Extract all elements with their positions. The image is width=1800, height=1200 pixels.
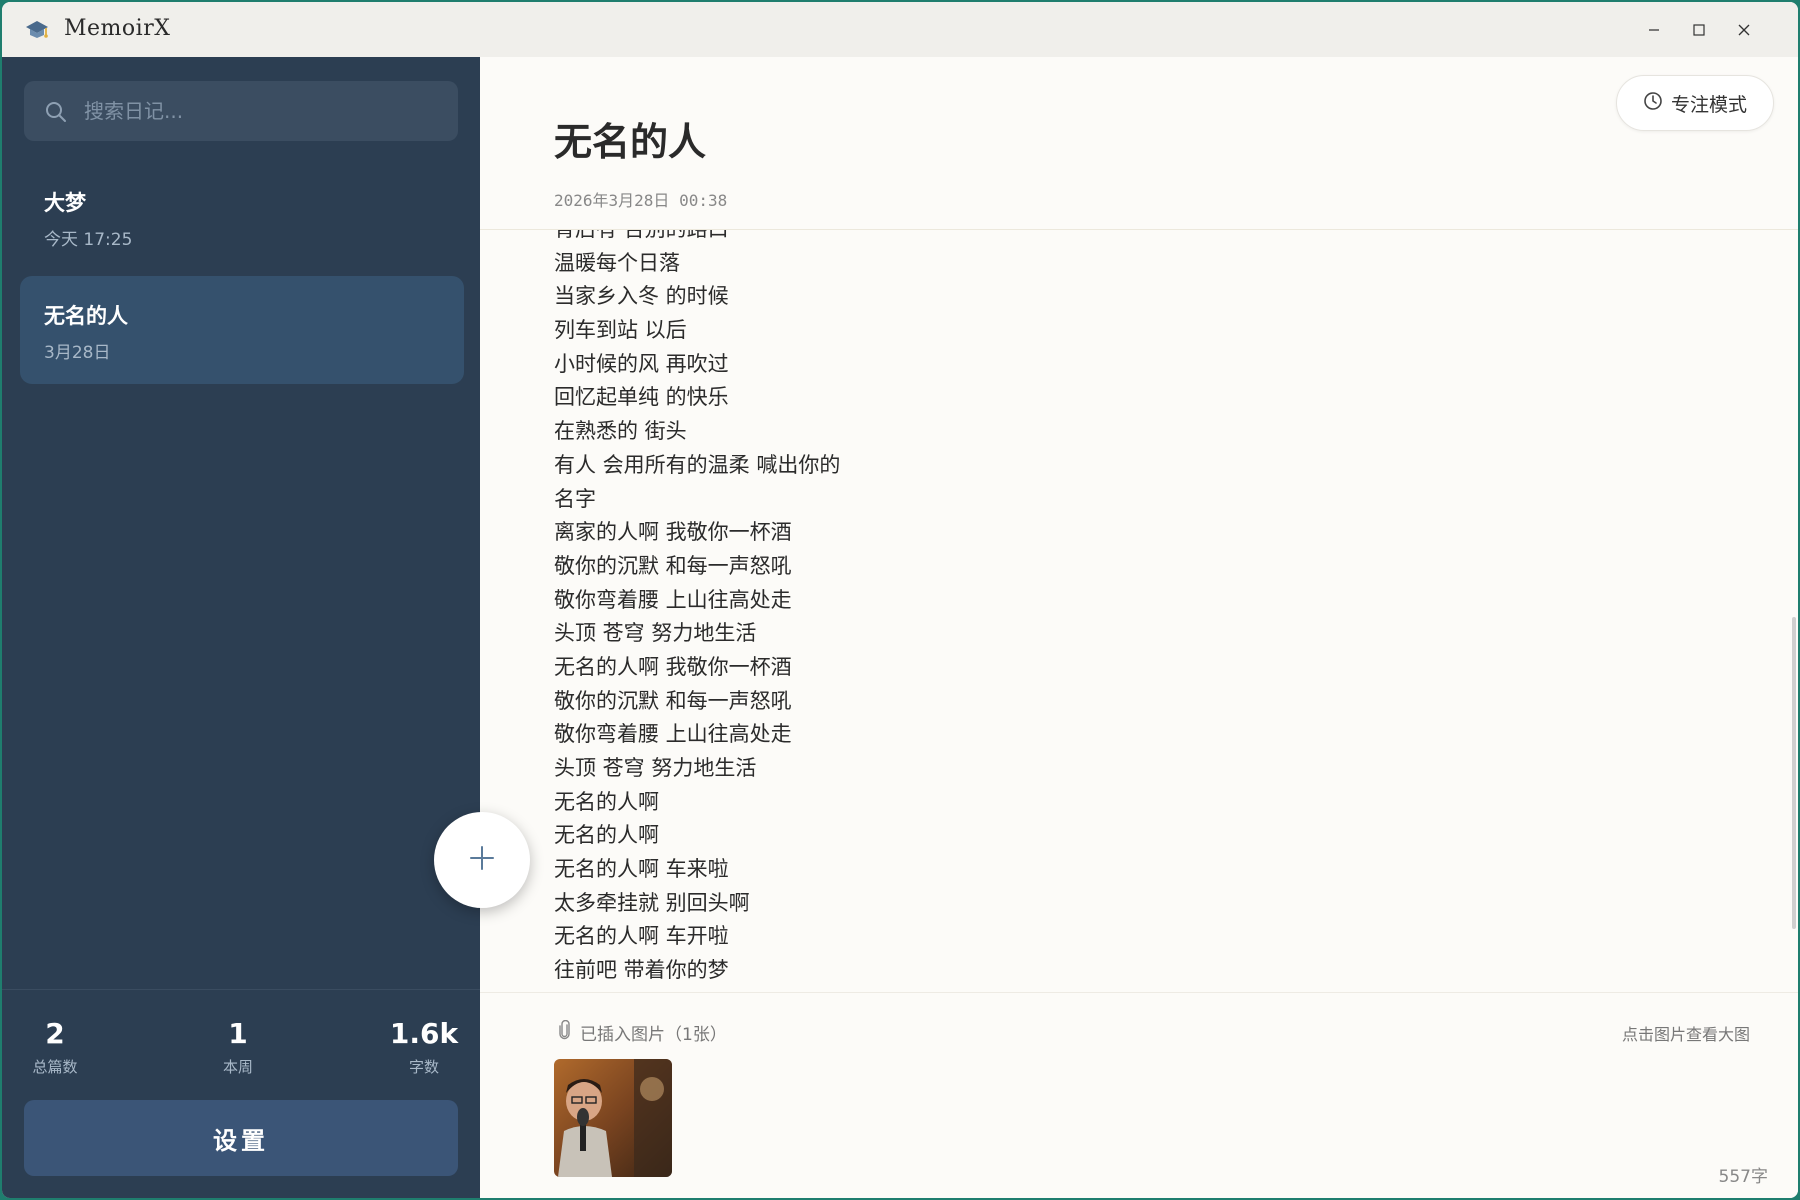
text-line: 敬你的沉默 和每一声怒吼 xyxy=(554,553,792,578)
diary-entry-item-selected[interactable]: 无名的人 3月28日 xyxy=(20,276,464,384)
text-line: 无名的人啊 车开啦 xyxy=(554,924,729,949)
entry-timestamp: 2026年3月28日 00:38 xyxy=(554,191,728,210)
sidebar: 大梦 今天 17:25 无名的人 3月28日 2 总篇数 1 本周 1.6k 字… xyxy=(2,57,480,1198)
stat-label: 总篇数 xyxy=(32,1058,78,1076)
text-line: 名字 xyxy=(554,486,596,511)
text-line: 小时候的风 再吹过 xyxy=(554,351,729,376)
entry-title: 大梦 xyxy=(44,191,86,215)
search-box[interactable] xyxy=(24,81,458,141)
stat-this-week: 1 本周 xyxy=(178,1017,298,1077)
text-line: 列车到站 以后 xyxy=(554,318,687,343)
settings-button[interactable]: 设置 xyxy=(24,1100,458,1176)
stat-word-count: 1.6k 字数 xyxy=(364,1017,484,1077)
stat-value: 1.6k xyxy=(389,1017,459,1050)
word-count: 557字 xyxy=(1718,1167,1768,1187)
title-bar: MemoirX xyxy=(2,2,1798,57)
text-line: 敬你的沉默 和每一声怒吼 xyxy=(554,688,792,713)
text-line: 太多牵挂就 别回头啊 xyxy=(554,890,750,915)
paperclip-icon xyxy=(558,1019,572,1045)
search-input[interactable] xyxy=(84,81,444,141)
diary-entry-item[interactable]: 大梦 今天 17:25 xyxy=(20,163,464,271)
text-line: 当家乡入冬 的时候 xyxy=(554,284,729,309)
text-line: 在熟悉的 街头 xyxy=(554,419,687,444)
attachments-label: 已插入图片（1张） xyxy=(580,1025,727,1045)
focus-mode-button[interactable]: 专注模式 xyxy=(1616,75,1774,131)
text-line: 回忆起单纯 的快乐 xyxy=(554,385,729,410)
stat-label: 本周 xyxy=(222,1058,253,1076)
app-title: MemoirX xyxy=(64,16,171,41)
text-lines: 背后有 告别的路口温暖每个日落当家乡入冬 的时候列车到站 以后小时候的风 再吹过… xyxy=(554,230,840,988)
graduation-cap-icon xyxy=(24,17,50,41)
text-line: 无名的人啊 车来啦 xyxy=(554,857,729,882)
app-window: MemoirX 大梦 今天 17:25 无名的人 3月 xyxy=(2,2,1798,1198)
text-line: 温暖每个日落 xyxy=(554,250,680,275)
maximize-icon[interactable] xyxy=(1681,12,1717,48)
text-line: 敬你弯着腰 上山往高处走 xyxy=(554,722,792,747)
text-line: 无名的人啊 xyxy=(554,823,659,848)
plus-icon xyxy=(468,844,496,876)
search-icon xyxy=(44,100,68,124)
stat-value: 2 xyxy=(45,1017,65,1050)
add-entry-button[interactable] xyxy=(434,812,530,908)
entry-title-heading[interactable]: 无名的人 xyxy=(554,111,706,166)
stat-value: 1 xyxy=(228,1017,248,1050)
attachments-hint: 点击图片查看大图 xyxy=(1621,1025,1750,1044)
text-line: 有人 会用所有的温柔 喊出你的 xyxy=(554,452,841,477)
attachments-header: 已插入图片（1张） xyxy=(558,1019,727,1045)
focus-mode-label: 专注模式 xyxy=(1670,93,1747,116)
text-line: 无名的人啊 xyxy=(554,789,659,814)
text-line: 背后有 告别的路口 xyxy=(554,230,840,247)
text-line: 敬你弯着腰 上山往高处走 xyxy=(554,587,792,612)
text-line: 无名的人啊 我敬你一杯酒 xyxy=(554,654,792,679)
entry-body-text[interactable]: 背后有 告别的路口温暖每个日落当家乡入冬 的时候列车到站 以后小时候的风 再吹过… xyxy=(554,230,1704,1046)
close-icon[interactable] xyxy=(1726,12,1762,48)
stat-label: 字数 xyxy=(408,1058,439,1076)
text-line: 头顶 苍穹 努力地生活 xyxy=(554,756,757,780)
stat-total-entries: 2 总篇数 xyxy=(2,1017,115,1077)
editor-panel: 专注模式 无名的人 2026年3月28日 00:38 背后有 告别的路口温暖每个… xyxy=(480,57,1798,1198)
text-line: 离家的人啊 我敬你一杯酒 xyxy=(554,520,792,545)
minimize-icon[interactable] xyxy=(1636,12,1672,48)
text-line: 往前吧 带着你的梦 xyxy=(554,958,729,983)
sidebar-divider xyxy=(2,989,480,990)
scrollbar-thumb[interactable] xyxy=(1792,617,1796,929)
clock-icon xyxy=(1643,91,1663,116)
entry-date: 今天 17:25 xyxy=(44,230,133,250)
attached-image-thumbnail[interactable] xyxy=(554,1059,672,1177)
entry-title: 无名的人 xyxy=(44,304,128,328)
text-line: 头顶 苍穹 努力地生活 xyxy=(554,621,757,646)
entry-date: 3月28日 xyxy=(44,343,111,363)
footer-divider xyxy=(480,992,1798,993)
